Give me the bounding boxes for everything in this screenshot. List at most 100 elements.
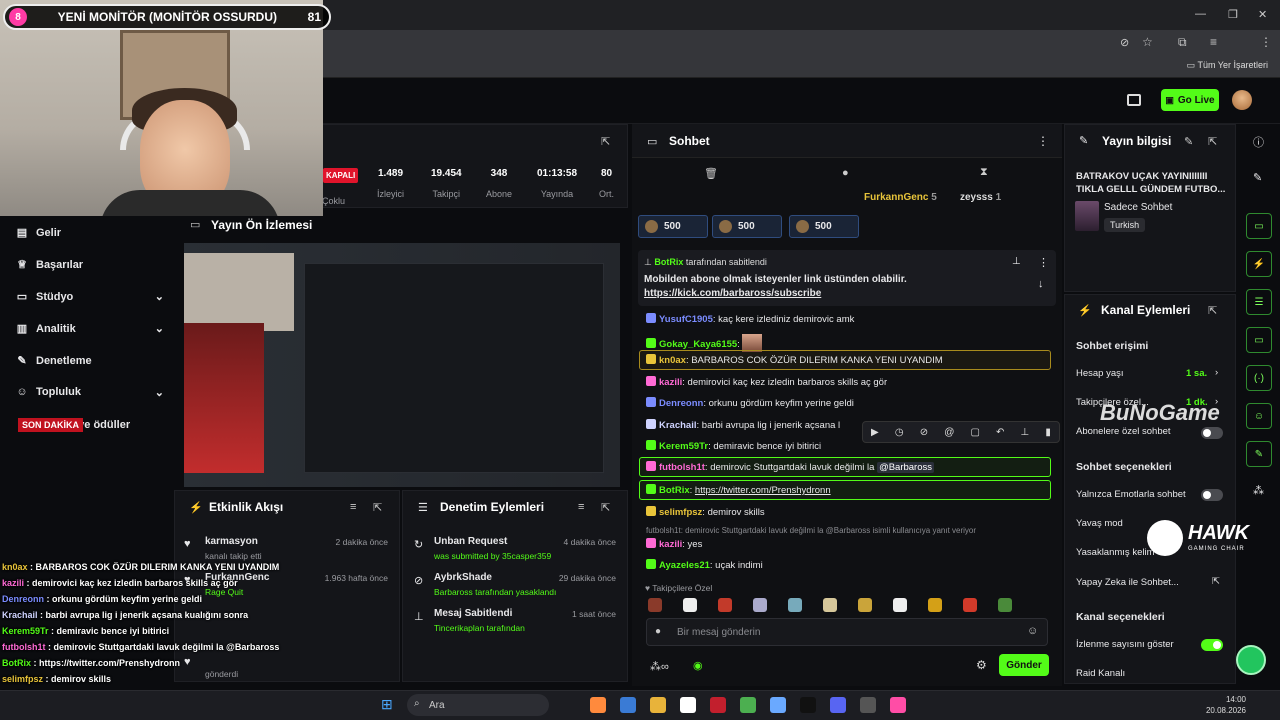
outlook-icon[interactable] [650,697,666,713]
popout-icon[interactable]: ⇱ [1208,135,1217,148]
popout-icon[interactable]: ⇱ [373,501,382,514]
chat-username[interactable]: Gokay_Kaya6155 [659,339,737,350]
discord-icon[interactable] [860,697,876,713]
sidebar-item-gelir[interactable]: ▤ Gelir [16,226,164,240]
chat-message[interactable]: kn0ax: BARBAROS COK ÖZÜR DILERIM KANKA Y… [646,354,943,366]
chevron-right-icon[interactable]: › [1215,367,1218,378]
stream-preview[interactable] [184,243,620,487]
emote[interactable] [998,598,1012,612]
more-icon[interactable]: ⋮ [1037,134,1049,148]
popout-icon[interactable]: ⇱ [601,135,610,148]
tool-button-users[interactable]: ☺ [1246,403,1272,429]
chat-username[interactable]: Krachail [659,420,697,431]
chat-message[interactable]: YusufC1905: kaç kere izlediniz demirovic… [646,313,854,325]
gift-badge[interactable]: 500 [638,215,708,238]
edge-icon[interactable] [620,697,636,713]
trash-icon[interactable]: 🗑 [704,167,718,180]
chat-username[interactable]: kazili [659,377,682,388]
chat-username[interactable]: kazili [659,539,682,550]
chat-message[interactable]: Denreonn: orkunu gördüm keyfim yerine ge… [646,397,854,409]
tool-button-wrench[interactable]: ✎ [1246,441,1272,467]
sub-only-toggle[interactable] [1201,427,1223,439]
external-link-icon[interactable]: ⇱ [1212,576,1220,587]
gear-icon[interactable]: ⚙ [976,658,987,672]
trash-icon[interactable]: ▮ [1045,427,1051,438]
explorer-icon[interactable] [680,697,696,713]
copilot-icon[interactable] [590,697,606,713]
show-views-toggle[interactable] [1201,639,1223,651]
minimize-icon[interactable]: — [1195,8,1206,20]
send-button[interactable]: Gönder [999,654,1049,676]
chat-message[interactable]: futbolsh1t: demirovic Stuttgartdaki lavu… [646,461,935,473]
arrow-down-icon[interactable]: ↓ [1038,278,1044,290]
chat-username[interactable]: Ayazeles21 [659,560,710,571]
avatar[interactable] [1232,90,1252,110]
chat-message[interactable]: Kerem59Tr: demiravic bence iyi bitirici [646,440,821,452]
steam-icon[interactable] [800,697,816,713]
pinned-link[interactable]: https://kick.com/barbaross/subscribe [644,288,821,299]
info-icon[interactable]: ⓘ [1253,134,1264,150]
clock[interactable]: 14:00 20.08.2026 [1206,694,1246,716]
gift-badge[interactable]: 500 [789,215,859,238]
chat-message[interactable]: selimfpsz: demirov skills [646,506,765,518]
emote-only-toggle[interactable] [1201,489,1223,501]
next-icon[interactable] [830,697,846,713]
emote[interactable] [963,598,977,612]
account-age-setting[interactable]: Hesap yaşı [1076,368,1124,379]
kick-coin-icon[interactable]: ◉ [693,659,703,672]
chrome-icon[interactable] [770,697,786,713]
close-icon[interactable]: ✕ [1258,8,1267,21]
chat-mention[interactable]: @Barbaross [877,462,935,473]
unpin-icon[interactable]: ⊥ [1012,256,1021,267]
sidebar-item-analitik[interactable]: ▥ Analitik ⌄ [16,322,164,336]
banned-words-setting[interactable]: Yasaklanmış kelim [1076,547,1155,558]
chat-username[interactable]: Denreonn [659,398,703,409]
support-icon[interactable] [1236,645,1266,675]
play-icon[interactable]: ▶ [871,427,879,438]
all-bookmarks[interactable]: ▭ Tüm Yer İşaretleri [1187,60,1268,71]
filter-icon[interactable]: ≡ [350,501,356,513]
chat-message[interactable]: Ayazeles21: uçak indimi [646,559,763,571]
sidebar-item-basarilar[interactable]: ♕ Başarılar [16,258,164,272]
mention-icon[interactable]: @ [944,427,954,438]
gift-badge[interactable]: 500 [712,215,782,238]
slow-mode-setting[interactable]: Yavaş mod [1076,518,1123,529]
chat-tools-icon[interactable]: ⁂∞ [650,660,669,673]
emoji-icon[interactable]: ☺ [1027,625,1038,637]
go-live-button[interactable]: ▣ Go Live [1161,89,1219,111]
tool-button-bolt[interactable]: ⚡ [1246,251,1272,277]
emote[interactable] [928,598,942,612]
chat-username[interactable]: selimfpsz [659,507,702,518]
sidebar-item-studyo[interactable]: ▭ Stüdyo ⌄ [16,290,164,304]
star-icon[interactable]: ☆ [1142,35,1153,49]
emote[interactable] [648,598,662,612]
clock-icon[interactable]: ◷ [895,427,904,438]
apps-icon[interactable]: ⁂ [1253,484,1264,497]
pin-icon[interactable]: ⊥ [1021,427,1030,438]
sidebar-item-denetleme[interactable]: ✎ Denetleme [16,354,164,368]
raid-setting[interactable]: Raid Kanalı [1076,668,1125,679]
app-icon[interactable] [890,697,906,713]
chat-username[interactable]: Kerem59Tr [659,441,708,452]
edit-icon[interactable]: ✎ [1184,135,1193,148]
maximize-icon[interactable]: ❐ [1228,8,1238,21]
sidebar-item-topluluk[interactable]: ☺ Topluluk ⌄ [16,386,164,399]
eye-off-icon[interactable]: ⊘ [1120,36,1129,49]
emote[interactable] [823,598,837,612]
xbox-icon[interactable] [710,697,726,713]
tool-button-list[interactable]: ☰ [1246,289,1272,315]
tool-button-chat[interactable]: ▭ [1246,327,1272,353]
copy-icon[interactable]: ▢ [970,427,979,438]
emote[interactable] [858,598,872,612]
popout-icon[interactable]: ⇱ [601,501,610,514]
emote[interactable] [893,598,907,612]
chat-message[interactable]: kazili: demirovici kaç kez izledin barba… [646,376,887,388]
menu-icon[interactable]: ⋮ [1260,35,1272,49]
hourglass-icon[interactable]: ⧗ [980,166,988,179]
ai-chat-setting[interactable]: Yapay Zeka ile Sohbet... [1076,577,1179,588]
tool-button-broadcast[interactable]: (·) [1246,365,1272,391]
emote[interactable] [753,598,767,612]
emote[interactable] [683,598,697,612]
ban-icon[interactable]: ⊘ [920,427,928,438]
chat-username[interactable]: kn0ax [659,355,686,366]
